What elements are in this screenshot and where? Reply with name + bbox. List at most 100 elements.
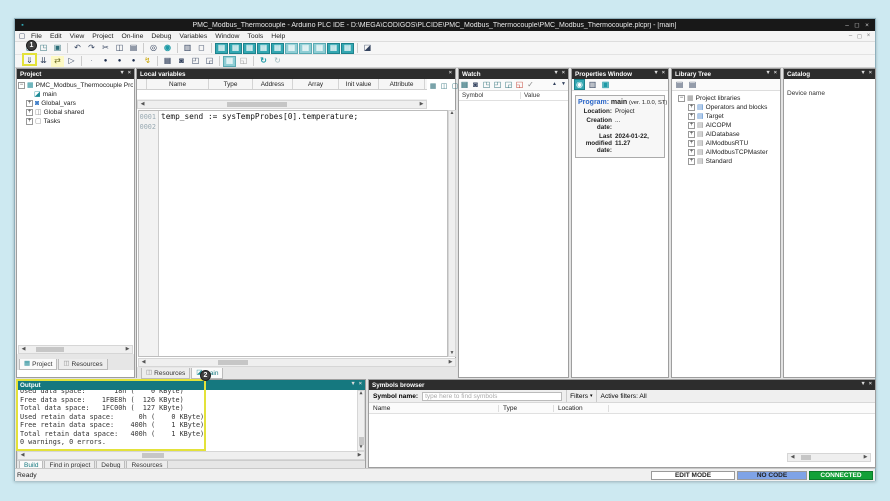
symbol-name-input[interactable] — [422, 392, 562, 401]
variables-hscrollbar[interactable]: ◀ ▶ — [137, 100, 427, 109]
insert-record-icon[interactable]: ◙ — [175, 56, 188, 67]
add-library-icon[interactable]: ▤ — [674, 79, 685, 90]
col-address[interactable]: Address — [253, 79, 293, 89]
expand-icon[interactable]: + — [688, 131, 695, 138]
scroll-left-icon[interactable]: ◀ — [139, 360, 148, 365]
toggle-symbols-window-icon[interactable]: ▦ — [299, 43, 312, 54]
pin-icon[interactable]: ▼ — [553, 71, 558, 77]
scroll-left-icon[interactable]: ◀ — [788, 455, 797, 460]
output-hscrollbar[interactable]: ◀ ▶ — [17, 451, 365, 460]
col-name[interactable]: Name — [147, 79, 209, 89]
simulation-icon[interactable]: ▷ — [65, 56, 78, 67]
close-icon[interactable]: × — [869, 382, 872, 388]
menu-view[interactable]: View — [66, 33, 89, 40]
maximize-button[interactable]: ◻ — [852, 21, 862, 29]
menu-project[interactable]: Project — [88, 33, 117, 40]
minimize-button[interactable]: – — [842, 22, 852, 29]
code-editor[interactable]: 0001 0002 temp_send := sysTempProbes[0].… — [138, 110, 448, 357]
col-array[interactable]: Array — [293, 79, 339, 89]
expand-icon[interactable]: + — [688, 149, 695, 156]
col-init-value[interactable]: Init value — [339, 79, 379, 89]
pin-icon[interactable]: ▼ — [765, 71, 770, 77]
toggle-operators-window-icon[interactable]: ▦ — [327, 43, 340, 54]
editor-hscrollbar[interactable]: ◀ ▶ — [138, 358, 456, 367]
project-hscrollbar[interactable]: ◀ ▶ — [18, 345, 133, 354]
find-in-project-icon[interactable]: ◉ — [161, 43, 174, 54]
expand-icon[interactable]: + — [688, 122, 695, 129]
menu-debug[interactable]: Debug — [147, 33, 175, 40]
tab-resources-editor[interactable]: ◫ Resources — [141, 368, 190, 379]
copy-icon[interactable]: ◫ — [113, 43, 126, 54]
symbols-col-location[interactable]: Location — [554, 405, 609, 412]
toggle-properties-window-icon[interactable]: ▦ — [271, 43, 284, 54]
pin-icon[interactable]: ▼ — [860, 71, 865, 77]
collapse-icon[interactable]: − — [678, 95, 685, 102]
toggle-output-window-icon[interactable]: ▦ — [257, 43, 270, 54]
scroll-thumb[interactable] — [801, 455, 811, 460]
tree-item-aicopm[interactable]: + ▤ AICOPM — [674, 121, 778, 130]
expand-icon[interactable]: + — [26, 118, 33, 125]
toggle-library-window-icon[interactable]: ▦ — [229, 43, 242, 54]
filters-button[interactable]: Filters ▾ — [566, 390, 596, 402]
scroll-thumb[interactable] — [142, 453, 164, 458]
run-icon[interactable]: ● — [99, 56, 112, 67]
tree-item-tasks[interactable]: + ▢ Tasks — [18, 117, 133, 126]
print-properties-icon[interactable]: ▥ — [587, 79, 598, 90]
mdi-restore-button[interactable]: ◻ — [855, 33, 864, 40]
menu-variables[interactable]: Variables — [175, 33, 211, 40]
menu-help[interactable]: Help — [267, 33, 289, 40]
output-body[interactable]: Used data space: 18h ( 0 KByte) Free dat… — [17, 390, 365, 451]
tab-project[interactable]: ▦ Project — [19, 359, 57, 370]
cut-icon[interactable]: ✂ — [99, 43, 112, 54]
collapse-icon[interactable]: − — [18, 82, 25, 89]
menu-window[interactable]: Window — [211, 33, 243, 40]
connect-icon[interactable]: ⇄ — [51, 56, 64, 67]
trigger-window-icon[interactable]: ◲ — [203, 56, 216, 67]
close-button[interactable]: × — [862, 22, 872, 29]
pause-icon[interactable]: ● — [127, 56, 140, 67]
scroll-right-icon[interactable]: ▶ — [861, 455, 870, 460]
redo-icon[interactable]: ↷ — [85, 43, 98, 54]
pin-icon[interactable]: ▼ — [350, 382, 355, 388]
watch-col-symbol[interactable]: Symbol — [459, 92, 521, 99]
save-watchlist-icon[interactable]: ◰ — [492, 79, 503, 90]
tree-item-root[interactable]: − ▦ PMC_Modbus_Thermocouple Project — [18, 81, 133, 90]
tree-item-operators[interactable]: + ▤ Operators and blocks — [674, 103, 778, 112]
halt-icon[interactable]: · — [85, 56, 98, 67]
watch-col-value[interactable]: Value — [521, 92, 540, 99]
scroll-thumb[interactable] — [218, 360, 248, 365]
validate-icon[interactable]: ✓ — [525, 79, 536, 90]
close-icon[interactable]: × — [774, 71, 777, 77]
scroll-up-icon[interactable]: ▲ — [357, 391, 366, 396]
live-debug-icon[interactable]: ▦ — [223, 56, 236, 67]
scroll-left-icon[interactable]: ◀ — [19, 347, 28, 352]
mdi-minimize-button[interactable]: – — [846, 33, 855, 39]
mdi-close-button[interactable]: × — [864, 33, 873, 39]
scroll-right-icon[interactable]: ▶ — [355, 453, 364, 458]
expand-icon[interactable]: + — [688, 113, 695, 120]
scroll-right-icon[interactable]: ▶ — [123, 347, 132, 352]
toggle-pou-window-icon[interactable]: ▦ — [341, 43, 354, 54]
scroll-down-icon[interactable]: ▼ — [357, 445, 366, 450]
symbols-hscrollbar[interactable]: ◀ ▶ — [787, 453, 871, 462]
add-symbol-icon[interactable]: ◙ — [470, 79, 481, 90]
tree-item-global-vars[interactable]: + ◙ Global_vars — [18, 99, 133, 108]
save-project-icon[interactable]: ▣ — [51, 43, 64, 54]
tree-item-aidatabase[interactable]: + ▤ AIDatabase — [674, 130, 778, 139]
scroll-right-icon[interactable]: ▶ — [446, 360, 455, 365]
compile-icon[interactable]: ⇓ — [23, 56, 36, 67]
tree-item-target[interactable]: + ▤ Target — [674, 112, 778, 121]
code-area[interactable]: temp_send := sysTempProbes[0].temperatur… — [159, 111, 447, 356]
add-watch-icon[interactable]: ▦ — [161, 56, 174, 67]
scroll-down-icon[interactable]: ▼ — [448, 351, 457, 356]
tree-item-project-libraries[interactable]: − ▦ Project libraries — [674, 94, 778, 103]
scroll-thumb[interactable] — [36, 347, 64, 352]
scroll-right-icon[interactable]: ▶ — [417, 102, 426, 107]
move-down-icon[interactable]: ▼ — [559, 79, 568, 90]
tree-item-aimodbustcpmaster[interactable]: + ▤ AIModbusTCPMaster — [674, 148, 778, 157]
download-code-icon[interactable]: ⇊ — [37, 56, 50, 67]
info-icon[interactable]: ◉ — [574, 79, 585, 90]
scroll-left-icon[interactable]: ◀ — [138, 102, 147, 107]
expand-icon[interactable]: + — [26, 100, 33, 107]
open-project-icon[interactable]: ◳ — [37, 43, 50, 54]
